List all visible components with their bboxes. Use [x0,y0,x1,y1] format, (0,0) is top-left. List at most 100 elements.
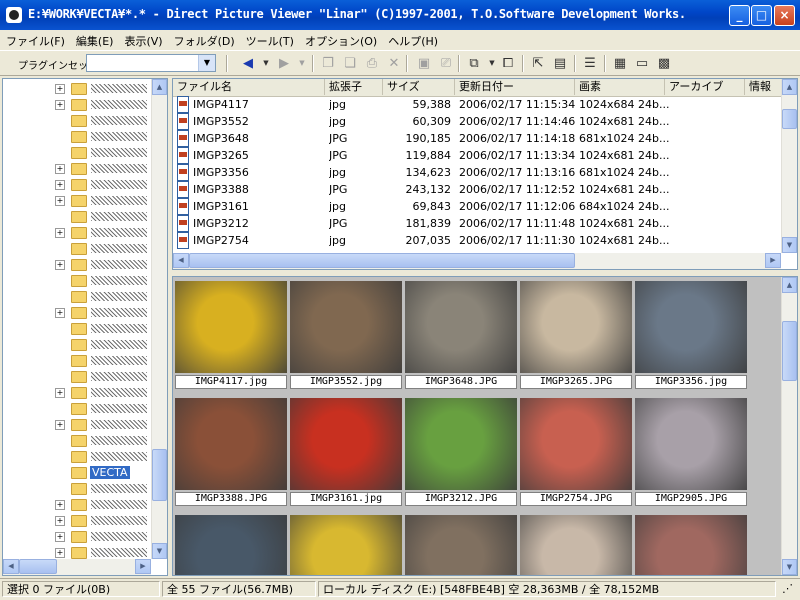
grid-icon[interactable]: ▩ [654,54,674,73]
list-vertical-scrollbar[interactable]: ▲ ▼ [781,79,797,253]
forward-icon[interactable]: ▶ [274,54,294,73]
column-header-archive[interactable]: アーカイブ [665,79,745,95]
window-icon[interactable]: ⧠ [498,54,518,73]
scroll-up-icon[interactable]: ▲ [782,79,797,95]
scroll-thumb[interactable] [152,449,167,501]
tree-item-selected[interactable]: VECTA [3,465,153,481]
back-dropdown-icon[interactable]: ▼ [256,54,276,73]
thumbnail-item[interactable]: IMGP3265.JPG [520,281,632,393]
expand-icon[interactable]: + [55,548,65,558]
move-icon[interactable]: ⎙ [362,54,382,73]
menu-tools[interactable]: ツール(T) [240,30,299,49]
table-row[interactable]: IMGP3388 JPG 243,132 2006/02/17 11:12:52 102… [173,181,783,198]
thumbnail-item[interactable]: IMGP3388.JPG [175,398,287,510]
expand-icon[interactable]: + [55,388,65,398]
slideshow-icon[interactable]: ▦ [610,54,630,73]
expand-icon[interactable]: + [55,164,65,174]
thumbnail-image[interactable] [290,515,402,575]
file-list[interactable]: ファイル名 拡張子 サイズ 更新日付ー 画素 アーカイブ 情報 IMGP4117… [172,78,798,270]
tree-item[interactable] [3,449,153,465]
thumbnail-item[interactable]: IMGP3552.jpg [290,281,402,393]
tree-item[interactable] [3,337,153,353]
menu-folder[interactable]: フォルダ(D) [168,30,240,49]
scroll-down-icon[interactable]: ▼ [782,237,797,253]
menu-file[interactable]: ファイル(F) [0,30,70,49]
scroll-down-icon[interactable]: ▼ [152,543,167,559]
scroll-right-icon[interactable]: ▶ [765,253,781,268]
thumbnail-image[interactable] [520,515,632,575]
forward-dropdown-icon[interactable]: ▼ [292,54,312,73]
thumbnail-image[interactable] [635,281,747,373]
tree-item[interactable] [3,433,153,449]
menu-options[interactable]: オプション(O) [299,30,382,49]
expand-icon[interactable]: + [55,516,65,526]
column-header-ext[interactable]: 拡張子 [325,79,383,95]
tree-item[interactable]: + [3,97,153,113]
thumbnail-item[interactable]: IMGP2905.JPG [635,398,747,510]
thumbnail-item[interactable]: IMGP3212.JPG [405,398,517,510]
tree-item[interactable]: + [3,497,153,513]
expand-icon[interactable]: + [55,84,65,94]
plugin-set-select[interactable]: ▼ [86,54,216,72]
thumbnail-image[interactable] [405,515,517,575]
thumbnail-vertical-scrollbar[interactable]: ▲ ▼ [781,277,797,575]
thumbnail-image[interactable] [290,398,402,490]
thumbnail-item[interactable]: IMGP3161.jpg [290,398,402,510]
scroll-thumb[interactable] [19,559,57,574]
close-button[interactable]: × [774,5,795,26]
thumbnail-item[interactable]: IMGP4117.jpg [175,281,287,393]
menu-view[interactable]: 表示(V) [118,30,167,49]
scroll-thumb[interactable] [782,321,797,381]
expand-icon[interactable]: + [55,420,65,430]
table-row[interactable]: IMGP3161 jpg 69,843 2006/02/17 11:12:06 684x… [173,198,783,215]
scroll-down-icon[interactable]: ▼ [782,559,797,575]
thumbnail-item[interactable] [175,515,287,575]
resize-grip-icon[interactable]: ⋰ [778,581,798,597]
column-header-name[interactable]: ファイル名 [173,79,325,95]
expand-icon[interactable]: + [55,308,65,318]
save-icon[interactable]: ▣ [414,54,434,73]
tree-item[interactable] [3,145,153,161]
thumbnail-item[interactable]: IMGP2754.JPG [520,398,632,510]
minimize-button[interactable]: _ [729,5,750,26]
thumbnail-pane[interactable]: IMGP4117.jpg IMGP3552.jpg IMGP3648.JPG IMGP… [172,276,798,576]
tree-item[interactable] [3,241,153,257]
thumbnail-item[interactable] [290,515,402,575]
expand-icon[interactable]: + [55,500,65,510]
thumbnail-image[interactable] [175,281,287,373]
tree-item[interactable]: + [3,513,153,529]
app-icon[interactable] [6,7,22,23]
table-row[interactable]: IMGP3648 JPG 190,185 2006/02/17 11:14:18 681… [173,130,783,147]
tree-item[interactable]: + [3,193,153,209]
tree-item[interactable] [3,401,153,417]
tree-item[interactable]: + [3,257,153,273]
tree-item[interactable] [3,273,153,289]
menu-help[interactable]: ヘルプ(H) [382,30,443,49]
expand-icon[interactable]: + [55,260,65,270]
thumbnail-image[interactable] [175,398,287,490]
tree-item[interactable]: + [3,305,153,321]
copy-icon[interactable]: ❐ [318,54,338,73]
tree-vertical-scrollbar[interactable]: ▲ ▼ [151,79,167,559]
thumbnail-image[interactable] [405,281,517,373]
table-row[interactable]: IMGP2754 jpg 207,035 2006/02/17 11:11:30 102… [173,232,783,249]
list-horizontal-scrollbar[interactable]: ◀ ▶ [173,253,781,269]
back-icon[interactable]: ◀ [238,54,258,73]
expand-icon[interactable]: + [55,228,65,238]
column-header-date[interactable]: 更新日付ー [455,79,575,95]
table-row[interactable]: IMGP3356 jpg 134,623 2006/02/17 11:13:16 681… [173,164,783,181]
expand-icon[interactable]: + [55,100,65,110]
scroll-up-icon[interactable]: ▲ [152,79,167,95]
scroll-left-icon[interactable]: ◀ [173,253,189,268]
title-bar[interactable]: E:¥WORK¥VECTA¥*.* - Direct Picture Viewe… [0,0,800,30]
scroll-thumb[interactable] [189,253,575,268]
column-header-pixels[interactable]: 画素 [575,79,665,95]
folder-open-icon[interactable]: ▭ [632,54,652,73]
menu-edit[interactable]: 編集(E) [70,30,119,49]
thumbnail-item[interactable] [405,515,517,575]
thumbnail-icon[interactable]: ▤ [550,54,570,73]
column-header-size[interactable]: サイズ [383,79,455,95]
table-row[interactable]: IMGP3265 JPG 119,884 2006/02/17 11:13:34 102… [173,147,783,164]
column-header-info[interactable]: 情報 [745,79,785,95]
tree-horizontal-scrollbar[interactable]: ◀ ▶ [3,559,151,575]
